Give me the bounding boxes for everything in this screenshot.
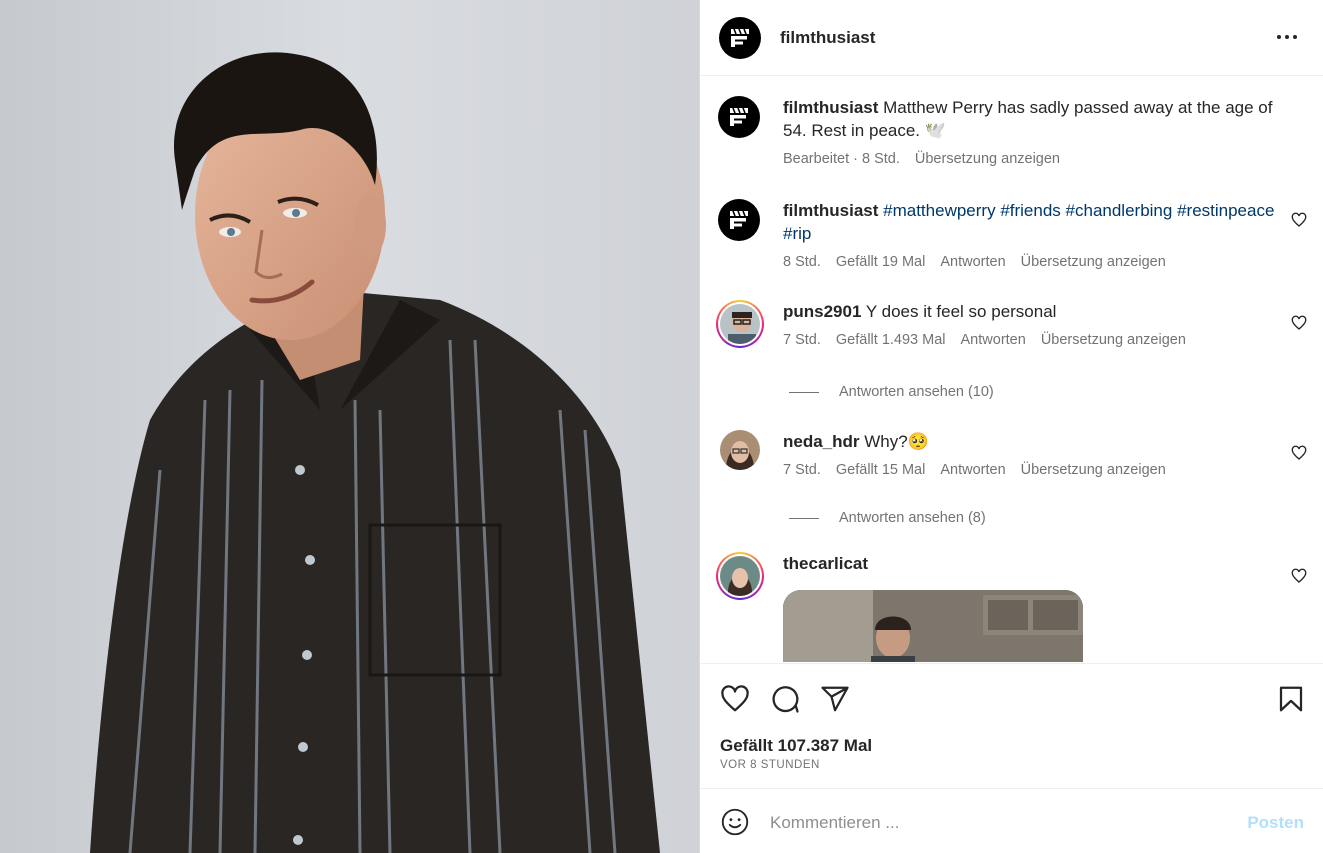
comment-username[interactable]: thecarlicat [783,554,868,573]
comment-composer: Posten [701,788,1323,853]
comment-username[interactable]: neda_hdr [783,432,860,451]
film-logo-icon [730,107,748,126]
translate-link[interactable]: Übersetzung anzeigen [1021,254,1166,270]
share-icon[interactable] [820,684,850,714]
story-ring[interactable] [716,552,764,600]
author-username[interactable]: filmthusiast [780,28,875,48]
replies-divider [789,391,819,393]
caption-meta: Bearbeitet · 8 Std. Übersetzung anzeigen [783,151,1060,167]
reply-link[interactable]: Antworten [940,462,1005,478]
comment-text: neda_hdr Why?🥺 [783,430,1283,453]
comment-meta: 8 Std. Gefällt 19 Mal Antworten Übersetz… [783,254,1283,270]
comment-likes[interactable]: Gefällt 15 Mal [836,462,925,478]
emoji-icon[interactable] [721,808,749,836]
comment-avatar[interactable] [720,430,760,470]
comment-likes[interactable]: Gefällt 1.493 Mal [836,332,946,348]
caption-translate-link[interactable]: Übersetzung anzeigen [915,151,1060,167]
comment-username[interactable]: filmthusiast [783,201,878,220]
film-logo-icon [730,210,748,229]
comment-body: Y does it feel so personal [865,302,1057,321]
more-options-icon[interactable] [1277,27,1301,47]
author-avatar[interactable] [719,17,761,59]
comment-time: 7 Std. [783,462,821,478]
post-timestamp[interactable]: VOR 8 STUNDEN [720,759,820,771]
comment-text: thecarlicat [783,552,1283,575]
caption-avatar[interactable] [718,96,760,138]
comment-username[interactable]: puns2901 [783,302,861,321]
comment-avatar [720,556,760,596]
comment-avatar[interactable] [718,199,760,241]
film-logo-icon [731,28,749,47]
comment-like-heart-icon[interactable] [1291,315,1307,331]
comment-icon[interactable] [770,684,800,714]
hashtag-link[interactable]: #restinpeace [1177,201,1274,220]
translate-link[interactable]: Übersetzung anzeigen [1021,462,1166,478]
post-comment-button[interactable]: Posten [1247,813,1304,833]
comment-time: 8 Std. [783,254,821,270]
view-replies-label: Antworten ansehen (10) [839,384,994,400]
comment-text: filmthusiast #matthewperry #friends #cha… [783,199,1283,245]
comment-likes[interactable]: Gefällt 19 Mal [836,254,925,270]
translate-link[interactable]: Übersetzung anzeigen [1041,332,1186,348]
post-actions: Gefällt 107.387 Mal VOR 8 STUNDEN [701,663,1323,788]
hashtag-link[interactable]: #rip [783,224,811,243]
hashtag-link[interactable]: #chandlerbing [1066,201,1173,220]
bookmark-icon[interactable] [1276,684,1306,714]
hashtag-link[interactable]: #friends [1000,201,1060,220]
heart-icon[interactable] [720,684,750,714]
reply-link[interactable]: Antworten [961,332,1026,348]
comment-like-heart-icon[interactable] [1291,212,1307,228]
comment-meta: 7 Std. Gefällt 1.493 Mal Antworten Übers… [783,332,1283,348]
comment-body: Why?🥺 [864,432,929,451]
post-image[interactable] [0,0,700,853]
comment-like-heart-icon[interactable] [1291,568,1307,584]
caption-text: filmthusiast Matthew Perry has sadly pas… [783,96,1283,142]
gif-preview-image [783,590,1083,662]
comment-like-heart-icon[interactable] [1291,445,1307,461]
comment-gif[interactable] [783,590,1083,662]
post-side-panel: filmthusiast filmthusiast Matthew Perry … [701,0,1323,853]
comment-input[interactable] [770,810,1230,836]
comment-time: 7 Std. [783,332,821,348]
view-replies-button[interactable]: Antworten ansehen (8) [789,510,986,526]
replies-divider [789,517,819,519]
post-photo-illustration [0,0,699,853]
caption-time: 8 Std. [862,151,900,167]
edited-label: Bearbeitet [783,151,850,167]
like-count[interactable]: Gefällt 107.387 Mal [720,736,872,756]
comment-text: puns2901 Y does it feel so personal [783,300,1283,323]
post-header: filmthusiast [701,0,1323,76]
view-replies-button[interactable]: Antworten ansehen (10) [789,384,994,400]
comment-avatar [720,304,760,344]
caption-username[interactable]: filmthusiast [783,98,878,117]
reply-link[interactable]: Antworten [940,254,1005,270]
comments-list[interactable]: filmthusiast Matthew Perry has sadly pas… [701,77,1323,662]
comment-meta: 7 Std. Gefällt 15 Mal Antworten Übersetz… [783,462,1283,478]
hashtag-link[interactable]: #matthewperry [883,201,995,220]
story-ring[interactable] [716,300,764,348]
view-replies-label: Antworten ansehen (8) [839,510,986,526]
